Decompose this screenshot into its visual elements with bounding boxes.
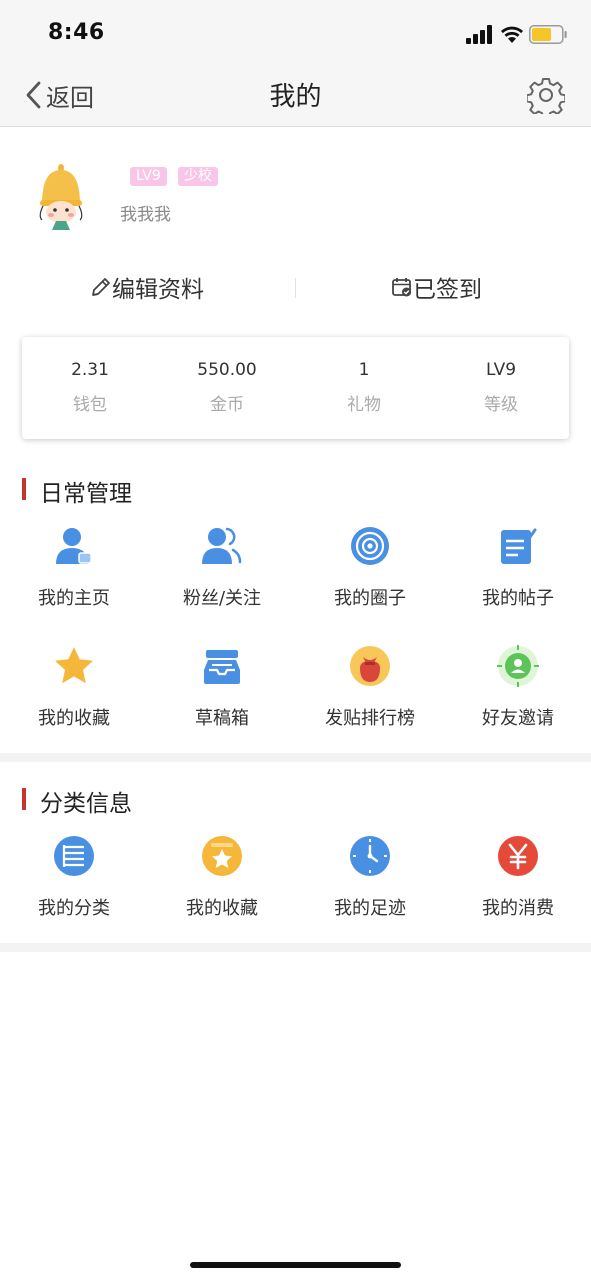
stat-value: 1 (358, 360, 370, 380)
section-divider (0, 943, 591, 952)
category-icon (54, 836, 94, 876)
grid-item-my-circle[interactable]: 我的圈子 (296, 524, 444, 610)
circle-icon (351, 527, 389, 565)
grid-item-my-spending[interactable]: 我的消费 (444, 834, 591, 920)
grid-item-label: 草稿箱 (195, 708, 249, 729)
battery-icon (529, 25, 567, 44)
wifi-icon (501, 26, 523, 43)
level-badge: LV9 (130, 167, 167, 186)
grid-item-label: 好友邀请 (482, 708, 554, 729)
stat-coins[interactable]: 550.00 金币 (167, 360, 287, 415)
favorite-icon (202, 836, 242, 876)
avatar[interactable] (30, 160, 92, 230)
section-title-daily: 日常管理 (40, 481, 132, 507)
history-icon (350, 836, 390, 876)
calendar-check-icon (392, 278, 411, 297)
stat-label: 金币 (210, 395, 244, 415)
edit-profile-button[interactable]: 编辑资料 (90, 270, 204, 304)
stat-value: 550.00 (197, 360, 257, 380)
grid-item-my-favorites[interactable]: 我的收藏 (148, 834, 296, 920)
section-divider (0, 753, 591, 762)
section-accent-bar (22, 478, 26, 500)
grid-item-my-category[interactable]: 我的分类 (0, 834, 148, 920)
stat-value: LV9 (485, 360, 517, 380)
ranking-icon (350, 646, 390, 686)
stat-label: 礼物 (347, 395, 381, 415)
status-time: 8:46 (48, 20, 105, 45)
section-accent-bar (22, 788, 26, 810)
section-title-category: 分类信息 (40, 791, 132, 817)
checkin-button[interactable]: 已签到 (391, 270, 482, 304)
grid-item-label: 我的足迹 (334, 898, 406, 919)
grid-item-label: 粉丝/关注 (182, 588, 262, 609)
drafts-icon (204, 650, 240, 684)
invite-icon (497, 645, 539, 687)
star-icon (55, 647, 93, 684)
grid-item-label: 我的收藏 (186, 898, 258, 919)
gear-icon[interactable] (527, 76, 565, 114)
posts-icon (501, 528, 537, 564)
grid-item-my-posts[interactable]: 我的帖子 (444, 524, 591, 610)
grid-item-label: 发贴排行榜 (325, 708, 415, 729)
fans-icon (202, 527, 242, 564)
grid-item-my-homepage[interactable]: 我的主页 (0, 524, 148, 610)
grid-item-label: 我的收藏 (38, 708, 110, 729)
checkin-label: 已签到 (413, 277, 482, 303)
pencil-icon (92, 278, 110, 296)
grid-item-my-footprints[interactable]: 我的足迹 (296, 834, 444, 920)
grid-item-label: 我的分类 (38, 898, 110, 919)
stat-value: 2.31 (71, 360, 109, 380)
grid-item-my-collection[interactable]: 我的收藏 (0, 644, 148, 730)
edit-profile-label: 编辑资料 (112, 277, 204, 303)
grid-item-fans-follow[interactable]: 粉丝/关注 (148, 524, 296, 610)
rank-badge: 少校 (178, 167, 218, 186)
stat-gifts[interactable]: 1 礼物 (304, 360, 424, 415)
grid-item-label: 我的圈子 (334, 588, 406, 609)
cellular-signal-icon (466, 25, 492, 44)
stat-label: 钱包 (73, 395, 107, 415)
user-home-icon (56, 528, 92, 564)
grid-item-post-ranking[interactable]: 发贴排行榜 (296, 644, 444, 730)
grid-item-label: 我的主页 (38, 588, 110, 609)
page-title: 我的 (269, 82, 322, 112)
home-indicator[interactable] (190, 1262, 401, 1268)
stat-level[interactable]: LV9 等级 (441, 360, 561, 415)
grid-item-drafts[interactable]: 草稿箱 (148, 644, 296, 730)
stat-label: 等级 (484, 395, 518, 415)
yuan-icon (498, 836, 538, 876)
action-divider (295, 278, 296, 298)
grid-item-label: 我的消费 (482, 898, 554, 919)
grid-item-label: 我的帖子 (482, 588, 554, 609)
grid-item-friend-invite[interactable]: 好友邀请 (444, 644, 591, 730)
stat-wallet[interactable]: 2.31 钱包 (30, 360, 150, 415)
nickname: 我我我 (120, 205, 171, 225)
